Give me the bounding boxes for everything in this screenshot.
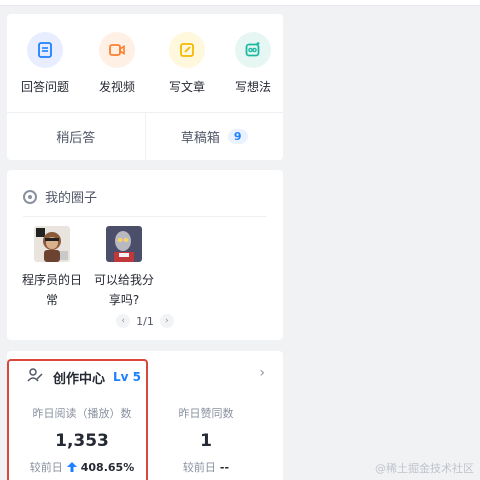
ultraman-avatar-icon (106, 226, 142, 262)
circle-icon (23, 189, 37, 204)
change-value: 408.65% (80, 460, 135, 474)
creator-center-header[interactable]: 创作中心 Lv 5 (27, 367, 141, 387)
arrow-up-icon (66, 462, 77, 472)
drafts-button[interactable]: 草稿箱 9 (144, 113, 284, 160)
circle-name: 程序员的日常 (21, 273, 82, 307)
quick-actions-row: 回答问题 发视频 写文章 写想法 (7, 32, 283, 95)
change-value: -- (219, 460, 230, 474)
write-article-button[interactable]: 写文章 (151, 32, 223, 95)
stat-change: 较前日 -- (141, 459, 271, 475)
creator-center-title: 创作中心 (53, 371, 106, 387)
stat-change: 较前日 408.65% (17, 459, 147, 475)
my-circles-title: 我的圈子 (45, 191, 98, 206)
stat-reads: 昨日阅读（播放）数 1,353 较前日 408.65% (17, 405, 147, 475)
chevron-right-icon[interactable]: › (259, 365, 265, 381)
post-video-button[interactable]: 发视频 (83, 32, 151, 95)
quick-actions-card: 回答问题 发视频 写文章 写想法 稍后答 草稿箱 9 (7, 14, 283, 160)
circles-pager: ‹ 1/1 › (7, 314, 283, 328)
creator-user-icon (27, 367, 43, 387)
stat-label: 昨日赞同数 (178, 407, 234, 420)
page-indicator: 1/1 (136, 314, 154, 328)
next-page-button[interactable]: › (159, 314, 174, 328)
write-idea-button[interactable]: 写想法 (223, 32, 283, 95)
write-article-label: 写文章 (168, 80, 205, 94)
drafts-count-badge: 9 (227, 129, 248, 144)
circle-item-share[interactable]: 可以给我分享吗? (93, 226, 155, 310)
watermark: @稀土掘金技术社区 (375, 462, 474, 475)
answer-later-label: 稍后答 (56, 131, 96, 146)
change-label: 较前日 (182, 461, 216, 474)
video-icon (99, 32, 135, 68)
monkey-avatar-icon (34, 226, 70, 262)
idea-icon (235, 32, 271, 68)
creator-center-card: 创作中心 Lv 5 › 昨日阅读（播放）数 1,353 较前日 408.65% … (7, 351, 283, 480)
circle-name: 可以给我分享吗? (93, 273, 154, 307)
stat-label: 昨日阅读（播放）数 (32, 407, 132, 420)
answer-question-button[interactable]: 回答问题 (7, 32, 83, 95)
answer-doc-icon (27, 32, 63, 68)
divider (23, 216, 267, 217)
prev-page-button[interactable]: ‹ (116, 314, 131, 328)
answer-question-label: 回答问题 (20, 80, 69, 94)
top-bar (0, 0, 480, 6)
drafts-label: 草稿箱 (180, 131, 220, 146)
write-article-icon (169, 32, 205, 68)
my-circles-header: 我的圈子 (23, 187, 97, 206)
quick-actions-split: 稍后答 草稿箱 9 (7, 112, 283, 160)
circles-list: 程序员的日常 可以给我分享吗? (21, 226, 165, 310)
stat-value: 1 (200, 431, 212, 451)
post-video-label: 发视频 (98, 80, 135, 94)
creator-level-badge: Lv 5 (113, 370, 142, 384)
my-circles-card: 我的圈子 程序员的日常 可以给我分享吗? ‹ 1/1 › (7, 170, 283, 340)
write-idea-label: 写想法 (234, 80, 271, 94)
sidebar-column: 回答问题 发视频 写文章 写想法 稍后答 草稿箱 9 我的圈子 程序员的日常 可… (7, 14, 283, 480)
stat-value: 1,353 (55, 431, 109, 451)
stat-likes: 昨日赞同数 1 较前日 -- (141, 405, 271, 475)
change-label: 较前日 (29, 461, 63, 474)
circle-item-programmer-daily[interactable]: 程序员的日常 (21, 226, 83, 310)
answer-later-button[interactable]: 稍后答 (7, 113, 145, 160)
